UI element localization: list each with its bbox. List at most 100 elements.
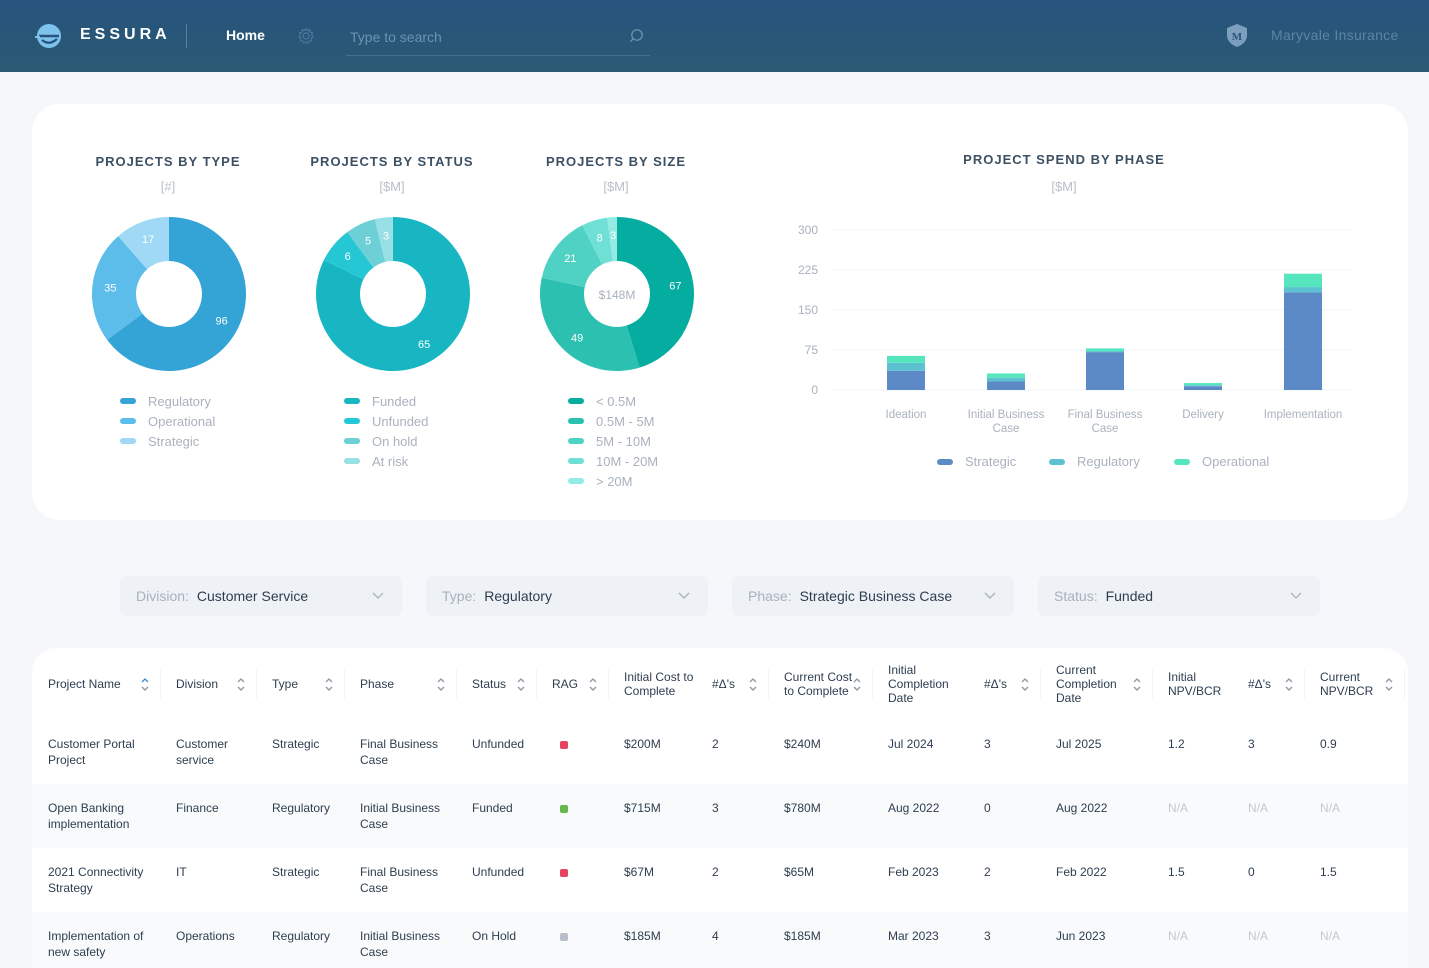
column-header[interactable]: Initial Cost to Complete: [624, 648, 704, 720]
bar-segment-regulatory[interactable]: [1284, 287, 1322, 293]
sort-toggle-icon[interactable]: [1284, 674, 1294, 694]
table-cell: $200M: [624, 737, 661, 751]
phase-filter-dropdown[interactable]: Phase: Strategic Business Case: [732, 576, 1014, 616]
legend-item[interactable]: 10M - 20M: [568, 451, 658, 471]
slice-value-label: 35: [104, 283, 116, 295]
chart-title: PROJECTS BY STATUS: [310, 154, 474, 169]
sort-toggle-icon[interactable]: [1020, 674, 1030, 694]
svg-text:M: M: [1232, 31, 1243, 43]
bar-segment-strategic[interactable]: [1184, 386, 1222, 390]
table-row[interactable]: 2021 Connectivity Strategy IT Strategic Fin…: [32, 848, 1408, 912]
table-cell[interactable]: Open Banking implementation: [48, 800, 148, 832]
bar-segment-regulatory[interactable]: [1184, 385, 1222, 387]
table-cell: Aug 2022: [1056, 801, 1108, 815]
table-cell: Feb 2022: [1056, 865, 1107, 879]
sort-toggle-icon[interactable]: [516, 674, 526, 694]
legend-item[interactable]: On hold: [344, 431, 428, 451]
header-divider: [456, 670, 457, 698]
rag-status-indicator-green: [560, 805, 568, 813]
column-header[interactable]: Project Name: [48, 648, 132, 720]
sort-toggle-icon[interactable]: [436, 674, 446, 694]
table-cell: 1.5: [1168, 865, 1185, 879]
bar-segment-strategic[interactable]: [887, 370, 925, 390]
table-cell[interactable]: 2021 Connectivity Strategy: [48, 864, 148, 896]
x-category-label: Case: [993, 423, 1020, 435]
legend-item[interactable]: 5M - 10M: [568, 431, 658, 451]
x-category-label: Case: [1092, 423, 1119, 435]
table-row[interactable]: Implementation of new safety Operations Re…: [32, 912, 1408, 968]
sort-toggle-icon[interactable]: [852, 674, 862, 694]
sort-toggle-icon[interactable]: [748, 674, 758, 694]
gear-icon[interactable]: [297, 27, 315, 45]
bar-segment-regulatory[interactable]: [1086, 351, 1124, 353]
legend-item[interactable]: Unfunded: [344, 411, 428, 431]
bar-segment-operational[interactable]: [1086, 348, 1124, 352]
legend-item[interactable]: Funded: [344, 391, 428, 411]
sort-toggle-icon[interactable]: [236, 674, 246, 694]
sort-toggle-icon[interactable]: [140, 674, 150, 694]
table-cell: $67M: [624, 865, 655, 879]
legend-swatch: [120, 438, 136, 444]
filter-value: Funded: [1105, 588, 1154, 604]
slice-value-label: 3: [383, 230, 389, 242]
header-divider: [186, 24, 187, 48]
legend-item[interactable]: At risk: [344, 451, 428, 471]
slice-value-label: 6: [345, 251, 351, 263]
status-filter-dropdown[interactable]: Status: Funded: [1038, 576, 1320, 616]
header-divider: [536, 670, 537, 698]
header-divider: [1040, 670, 1041, 698]
sort-toggle-icon[interactable]: [1132, 674, 1142, 694]
bar-segment-operational[interactable]: [1184, 383, 1222, 386]
table-cell: N/A: [1320, 801, 1341, 815]
legend-swatch: [344, 438, 360, 444]
column-header[interactable]: Initial NPV/BCR: [1168, 648, 1238, 720]
legend-swatch: [568, 418, 584, 424]
column-header[interactable]: Current Completion Date: [1056, 648, 1136, 720]
column-header[interactable]: Current NPV/BCR: [1320, 648, 1380, 720]
sort-toggle-icon[interactable]: [588, 674, 598, 694]
slice-value-label: 17: [142, 234, 154, 246]
legend-swatch: [1049, 459, 1065, 465]
table-cell[interactable]: Implementation of new safety: [48, 928, 148, 960]
legend-label[interactable]: Strategic: [965, 454, 1017, 469]
legend-label[interactable]: Operational: [1202, 454, 1269, 469]
legend-item[interactable]: < 0.5M: [568, 391, 658, 411]
filter-label: Status:: [1054, 588, 1098, 604]
legend-item[interactable]: > 20M: [568, 471, 658, 491]
legend-item[interactable]: Regulatory: [120, 391, 215, 411]
spend-by-phase-unit: [$M]: [1051, 179, 1077, 194]
header-divider: [344, 670, 345, 698]
table-cell: Regulatory: [272, 929, 331, 943]
bar-segment-regulatory[interactable]: [887, 362, 925, 371]
table-row[interactable]: Open Banking implementation Finance Regula…: [32, 784, 1408, 848]
column-header[interactable]: Initial Completion Date: [888, 648, 968, 720]
legend-item[interactable]: 0.5M - 5M: [568, 411, 658, 431]
table-cell: Initial Business Case: [360, 801, 441, 831]
nav-home-link[interactable]: Home: [226, 27, 265, 43]
bar-segment-strategic[interactable]: [987, 381, 1025, 390]
bar-segment-operational[interactable]: [887, 355, 925, 363]
legend-swatch: [344, 398, 360, 404]
division-filter-dropdown[interactable]: Division: Customer Service: [120, 576, 402, 616]
legend-item[interactable]: Strategic: [120, 431, 215, 451]
sort-toggle-icon[interactable]: [324, 674, 334, 694]
search-input[interactable]: [346, 22, 616, 52]
legend-item[interactable]: Operational: [120, 411, 215, 431]
bar-segment-strategic[interactable]: [1284, 292, 1322, 390]
bar-segment-operational[interactable]: [987, 373, 1025, 378]
column-header[interactable]: Type: [272, 648, 352, 720]
bar-segment-operational[interactable]: [1284, 273, 1322, 288]
bar-segment-regulatory[interactable]: [987, 377, 1025, 382]
legend-label[interactable]: Regulatory: [1077, 454, 1140, 469]
table-cell[interactable]: Customer Portal Project: [48, 736, 148, 768]
type-filter-dropdown[interactable]: Type: Regulatory: [426, 576, 708, 616]
legend-label: Operational: [148, 413, 216, 429]
organization-name[interactable]: Maryvale Insurance: [1271, 27, 1399, 43]
search-icon[interactable]: [628, 28, 644, 44]
slice-value-label: 3: [610, 230, 616, 242]
essura-logo-icon[interactable]: [34, 23, 64, 49]
bar-segment-strategic[interactable]: [1086, 352, 1124, 390]
slice-value-label: 67: [669, 280, 681, 292]
table-row[interactable]: Customer Portal Project Customer service S…: [32, 720, 1408, 784]
sort-toggle-icon[interactable]: [1384, 674, 1394, 694]
